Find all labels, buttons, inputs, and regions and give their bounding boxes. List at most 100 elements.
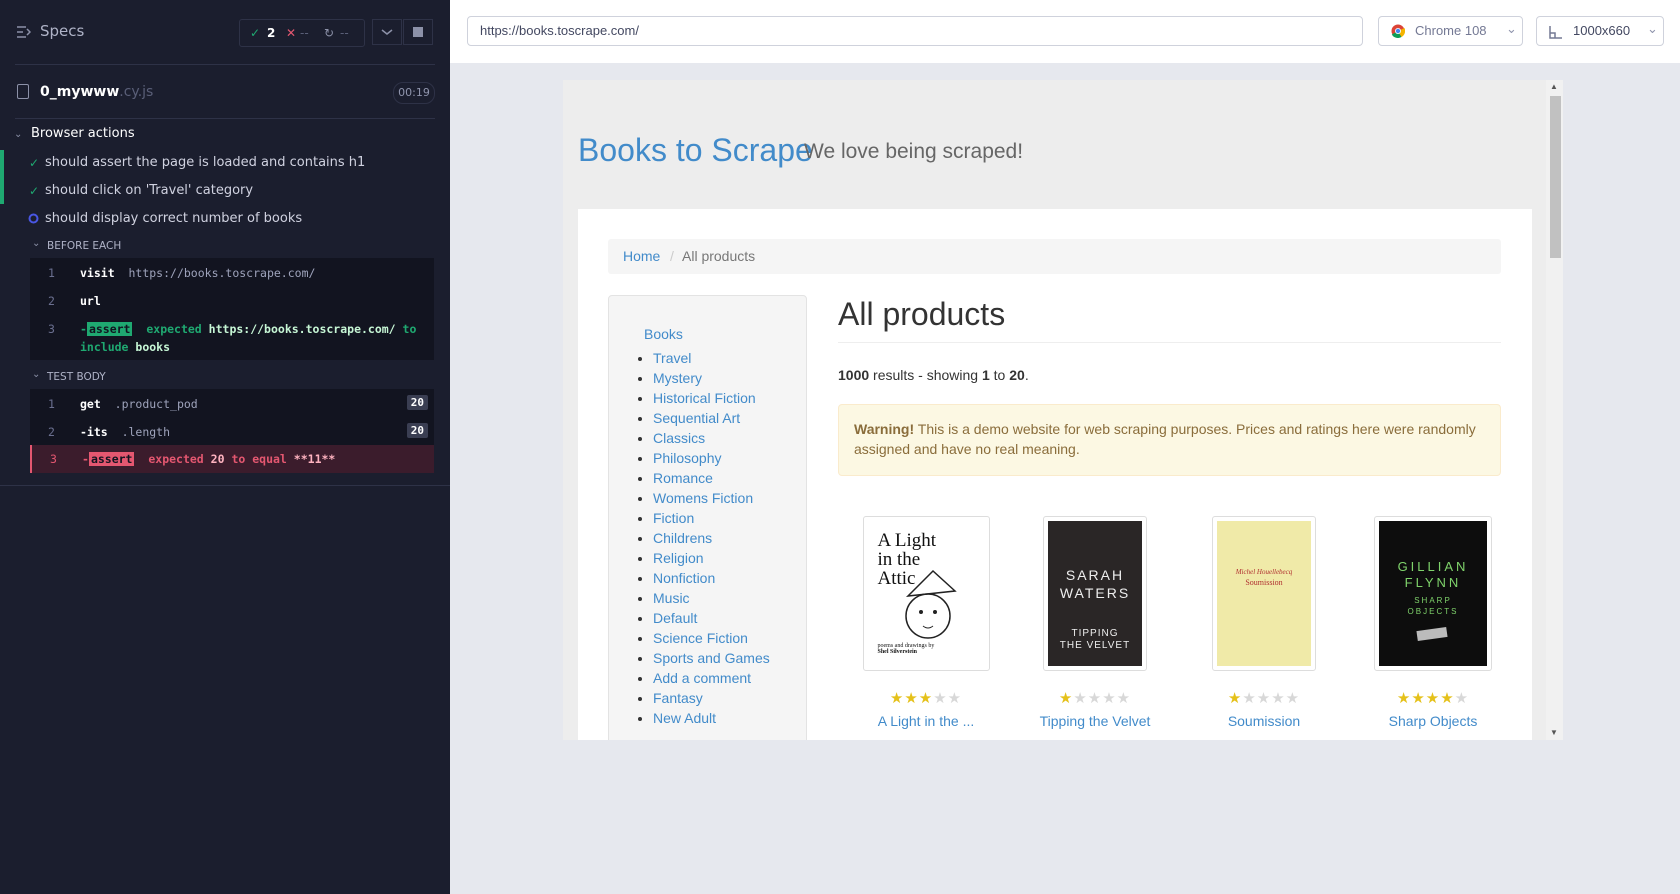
scroll-up-icon[interactable]: ▲ xyxy=(1550,82,1558,91)
product-thumbnail[interactable]: A Light in the Attic poems and drawings … xyxy=(862,516,990,671)
star-empty-icon: ★ xyxy=(1454,690,1470,707)
command-number: 1 xyxy=(48,397,55,411)
star-filled-icon: ★ xyxy=(1058,690,1074,707)
category-link[interactable]: Travel xyxy=(653,350,691,366)
category-link[interactable]: Mystery xyxy=(653,370,702,386)
category-item[interactable]: Sports and Games xyxy=(653,648,770,668)
command-number: 2 xyxy=(48,425,55,439)
test-title[interactable]: should display correct number of books xyxy=(45,211,302,226)
command-row[interactable]: 2 url xyxy=(30,286,434,314)
product-thumbnail[interactable]: Michel Houellebecq Soumission xyxy=(1212,516,1316,671)
viewport-selector[interactable]: 1000x660 ⌄ xyxy=(1536,16,1664,46)
spec-file-name[interactable]: 0_mywww.cy.js xyxy=(40,84,153,100)
star-empty-icon: ★ xyxy=(1256,690,1272,707)
category-item[interactable]: Childrens xyxy=(653,528,770,548)
category-link[interactable]: Sports and Games xyxy=(653,650,770,666)
category-item[interactable]: Fantasy xyxy=(653,688,770,708)
product-title[interactable]: Sharp Objects xyxy=(1348,713,1518,729)
test-title[interactable]: should assert the page is loaded and con… xyxy=(45,155,365,170)
category-item[interactable]: Add a comment xyxy=(653,668,770,688)
category-link[interactable]: Historical Fiction xyxy=(653,390,756,406)
star-empty-icon: ★ xyxy=(1102,690,1117,707)
category-link[interactable]: New Adult xyxy=(653,710,716,726)
category-link[interactable]: Nonfiction xyxy=(653,570,715,586)
chevron-down-icon[interactable]: ⌄ xyxy=(32,238,40,249)
breadcrumb: Home / All products xyxy=(608,239,1501,274)
command-number: 3 xyxy=(50,452,57,466)
chevron-down-icon: ⌄ xyxy=(1506,21,1517,36)
category-link[interactable]: Philosophy xyxy=(653,450,722,466)
category-item[interactable]: Mystery xyxy=(653,368,770,388)
category-item[interactable]: Romance xyxy=(653,468,770,488)
star-filled-icon: ★ xyxy=(1227,690,1243,707)
product-card: GILLIAN FLYNN SHARP OBJECTS ★★★★★ Sharp Ob… xyxy=(1348,516,1518,729)
command-row[interactable]: 1 get .product_pod 20 xyxy=(30,389,434,417)
category-link[interactable]: Childrens xyxy=(653,530,712,546)
star-rating: ★★★★★ xyxy=(1010,689,1180,707)
pending-count: -- xyxy=(340,26,349,40)
category-link[interactable]: Add a comment xyxy=(653,670,751,686)
chevron-down-icon xyxy=(381,29,393,35)
warning-alert: Warning! This is a demo website for web … xyxy=(838,404,1501,476)
scroll-down-icon[interactable]: ▼ xyxy=(1550,728,1558,737)
assertion-text: - assert expected 20 to equal **11** xyxy=(82,452,336,466)
category-item[interactable]: Science Fiction xyxy=(653,628,770,648)
test-body-label[interactable]: TEST BODY xyxy=(47,371,106,383)
site-brand[interactable]: Books to Scrape xyxy=(578,132,813,169)
category-item[interactable]: Womens Fiction xyxy=(653,488,770,508)
command-row[interactable]: 1 visit https://books.toscrape.com/ xyxy=(30,258,434,286)
product-card: Michel Houellebecq Soumission ★★★★★ Soum… xyxy=(1179,516,1349,729)
category-link[interactable]: Romance xyxy=(653,470,713,486)
suite-title[interactable]: Browser actions xyxy=(31,126,135,141)
category-link[interactable]: Classics xyxy=(653,430,705,446)
stop-button[interactable] xyxy=(403,19,433,45)
page-scrollbar[interactable]: ▲ ▼ xyxy=(1546,80,1563,740)
category-link[interactable]: Fiction xyxy=(653,510,694,526)
category-item[interactable]: New Adult xyxy=(653,708,770,728)
spec-file-icon xyxy=(17,84,29,99)
breadcrumb-home[interactable]: Home xyxy=(623,239,660,274)
category-link[interactable]: Sequential Art xyxy=(653,410,740,426)
category-item[interactable]: Travel xyxy=(653,348,770,368)
failed-count: -- xyxy=(300,26,309,40)
specs-label[interactable]: Specs xyxy=(40,22,84,40)
failed-command-row[interactable]: 3 - assert expected 20 to equal **11** xyxy=(30,445,434,473)
category-link[interactable]: Music xyxy=(653,590,690,606)
specs-menu-icon[interactable] xyxy=(17,26,31,38)
star-empty-icon: ★ xyxy=(1285,690,1301,707)
sidebar-books-link[interactable]: Books xyxy=(644,326,683,342)
category-item[interactable]: Classics xyxy=(653,428,770,448)
chevron-down-icon: ⌄ xyxy=(1647,21,1658,36)
category-item[interactable]: Fiction xyxy=(653,508,770,528)
product-title[interactable]: A Light in the ... xyxy=(841,713,1011,729)
product-card: SARAH WATERS TIPPING THE VELVET ★★★★★ Tipp… xyxy=(1010,516,1180,729)
category-item[interactable]: Religion xyxy=(653,548,770,568)
product-title[interactable]: Soumission xyxy=(1179,713,1349,729)
divider xyxy=(15,118,435,119)
scrollbar-thumb[interactable] xyxy=(1550,96,1561,258)
product-title[interactable]: Tipping the Velvet xyxy=(1010,713,1180,729)
toggle-auto-scroll-button[interactable] xyxy=(372,19,402,45)
command-row[interactable]: 2 -its .length 20 xyxy=(30,417,434,445)
test-title[interactable]: should click on 'Travel' category xyxy=(45,183,253,198)
category-link[interactable]: Womens Fiction xyxy=(653,490,753,506)
category-item[interactable]: Music xyxy=(653,588,770,608)
category-item[interactable]: Philosophy xyxy=(653,448,770,468)
category-link[interactable]: Science Fiction xyxy=(653,630,748,646)
category-link[interactable]: Religion xyxy=(653,550,704,566)
product-thumbnail[interactable]: GILLIAN FLYNN SHARP OBJECTS xyxy=(1374,516,1492,671)
chevron-down-icon[interactable]: ⌄ xyxy=(14,129,22,140)
before-each-label[interactable]: BEFORE EACH xyxy=(47,240,121,252)
pass-indicator xyxy=(0,150,4,204)
chevron-down-icon[interactable]: ⌄ xyxy=(32,369,40,380)
category-item[interactable]: Historical Fiction xyxy=(653,388,770,408)
category-item[interactable]: Sequential Art xyxy=(653,408,770,428)
url-bar[interactable]: https://books.toscrape.com/ xyxy=(467,16,1363,46)
browser-selector[interactable]: Chrome 108 ⌄ xyxy=(1378,16,1523,46)
category-item[interactable]: Nonfiction xyxy=(653,568,770,588)
command-row[interactable]: 3 - assert expected https://books.toscrap… xyxy=(30,314,434,360)
category-link[interactable]: Fantasy xyxy=(653,690,703,706)
category-item[interactable]: Default xyxy=(653,608,770,628)
product-thumbnail[interactable]: SARAH WATERS TIPPING THE VELVET xyxy=(1043,516,1147,671)
category-link[interactable]: Default xyxy=(653,610,697,626)
